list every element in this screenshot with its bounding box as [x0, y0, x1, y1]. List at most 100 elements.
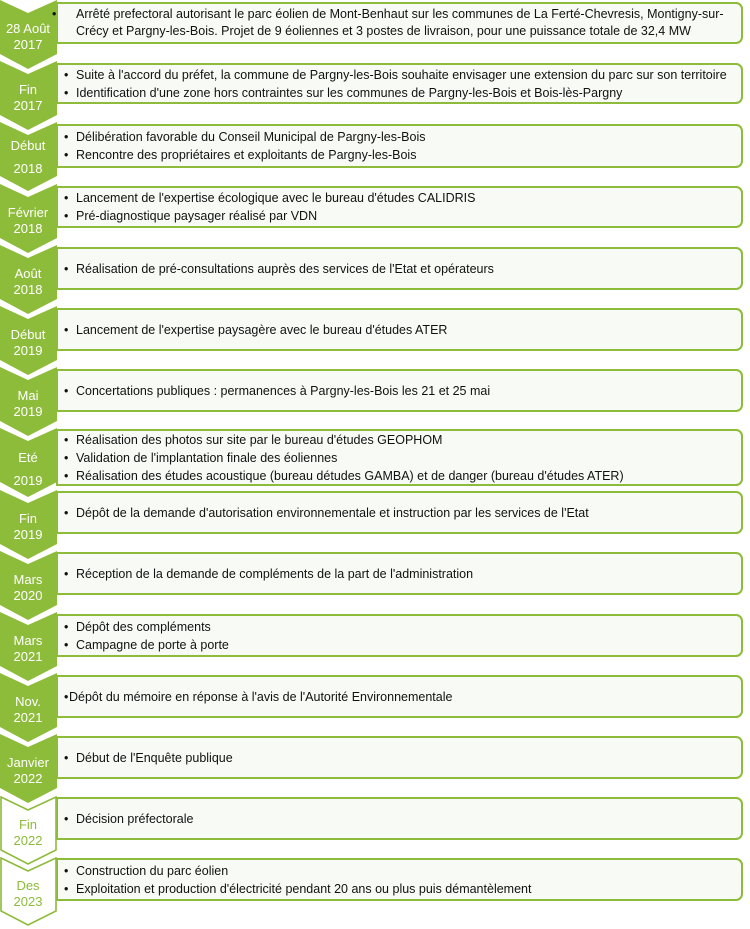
bullet-icon: •: [64, 209, 69, 223]
chevron-marker: Des 2023: [0, 857, 58, 927]
bullet-icon: •: [64, 450, 69, 465]
date-period: Début: [10, 327, 46, 342]
chevron-marker: 28 Août 2017: [0, 0, 58, 70]
date-year: 2018: [13, 161, 43, 176]
date-year: 2018: [13, 221, 43, 236]
milestone-item: • Exploitation et production d'électricit…: [64, 880, 741, 898]
milestone-item: • Suite à l'accord du préfet, la commune …: [64, 66, 741, 84]
date-year: 2022: [13, 771, 43, 786]
date-year: 2022: [13, 833, 43, 848]
milestone-text: Arrêté prefectoral autorisant le parc éo…: [76, 7, 724, 38]
date-period: 28 Août: [5, 21, 51, 36]
chevron-marker: Fin 2022: [0, 796, 58, 866]
bullet-icon: •: [64, 750, 69, 765]
milestone-text: Réalisation de pré-consultations auprès …: [76, 261, 494, 276]
milestone-item: • Réception de la demande de compléments …: [64, 565, 741, 583]
chevron-marker: Fin 2019: [0, 490, 58, 560]
date-label: Mai 2019: [0, 388, 56, 420]
date-year: 2021: [13, 649, 43, 664]
date-label: Août 2018: [0, 266, 56, 298]
date-period: Nov.: [15, 694, 41, 709]
milestone-text: Pré-diagnostique paysager réalisé par VD…: [76, 209, 318, 223]
chevron-marker: Nov. 2021: [0, 673, 58, 743]
milestone-text: Construction du parc éolien: [76, 863, 229, 878]
chevron-marker: Eté 2019: [0, 428, 58, 498]
milestone-box: • Réalisation de pré-consultations auprès…: [56, 247, 743, 290]
date-year: 2019: [13, 343, 43, 358]
milestone-item: • Concertations publiques : permanences à…: [64, 382, 741, 400]
milestone-box: • Réception de la demande de compléments …: [56, 552, 743, 595]
date-label: Janvier 2022: [0, 755, 56, 787]
milestone-item: • Lancement de l'expertise écologique ave…: [64, 189, 741, 207]
date-year: 2023: [13, 894, 43, 909]
bullet-icon: •: [64, 261, 69, 276]
milestone-text: Identification d'une zone hors contraint…: [76, 85, 623, 100]
bullet-icon: •: [64, 432, 69, 447]
milestone-box: • Suite à l'accord du préfet, la commune …: [56, 63, 743, 104]
chevron-marker: Février 2018: [0, 184, 58, 254]
bullet-icon: •: [52, 7, 57, 21]
milestone-text: Dépôt de la demande d'autorisation envir…: [76, 505, 589, 520]
milestone-box: • Arrêté prefectoral autorisant le parc é…: [52, 2, 743, 44]
milestone-item: • Réalisation des études acoustique (bure…: [64, 467, 741, 485]
milestone-item: • Arrêté prefectoral autorisant le parc é…: [52, 6, 741, 40]
bullet-icon: •: [64, 637, 69, 652]
milestone-text: Dépôt des compléments: [76, 619, 211, 634]
milestone-item: •Dépôt du mémoire en réponse à l'avis de…: [64, 688, 741, 706]
chevron-marker: Mars 2021: [0, 612, 58, 682]
date-period: Mars: [13, 633, 43, 648]
date-year: 2021: [13, 710, 43, 725]
date-label: Début 2019: [0, 327, 56, 359]
bullet-icon: •: [64, 322, 69, 337]
milestone-text: Suite à l'accord du préfet, la commune d…: [76, 67, 727, 82]
milestone-item: • Dépôt des compléments: [64, 618, 741, 636]
milestone-box: • Réalisation des photos sur site par le …: [56, 429, 743, 486]
date-label: Fin 2017: [0, 82, 56, 114]
date-year: 2019: [13, 473, 43, 488]
bullet-icon: •: [64, 148, 69, 162]
date-label: Mars 2020: [0, 572, 56, 604]
date-period: Début: [10, 138, 46, 153]
milestone-item: • Dépôt de la demande d'autorisation envi…: [64, 504, 741, 522]
milestone-box: • Lancement de l'expertise paysagère avec…: [56, 308, 743, 351]
milestone-item: • Validation de l'implantation finale des…: [64, 449, 741, 467]
milestone-text: Décision préfectorale: [76, 811, 194, 826]
milestone-item: • Construction du parc éolien: [64, 862, 741, 880]
date-label: Mars 2021: [0, 633, 56, 665]
date-year: 2017: [13, 37, 43, 52]
milestone-item: • Lancement de l'expertise paysagère avec…: [64, 321, 741, 339]
milestone-item: • Décision préfectorale: [64, 810, 741, 828]
bullet-icon: •: [64, 505, 69, 520]
bullet-icon: •: [64, 85, 69, 100]
milestone-text: Validation de l'implantation finale des …: [76, 450, 338, 465]
milestone-text: Dépôt du mémoire en réponse à l'avis de …: [69, 689, 453, 704]
milestone-item: • Délibération favorable du Conseil Munic…: [64, 128, 741, 146]
project-timeline: 28 Août 2017 • Arrêté prefectoral autorisan…: [0, 0, 750, 929]
date-period: Août: [14, 266, 42, 281]
date-period: Des: [16, 878, 40, 893]
milestone-item: • Identification d'une zone hors contrain…: [64, 84, 741, 102]
milestone-text: Campagne de porte à porte: [76, 637, 229, 652]
date-label: Eté 2019: [0, 450, 56, 489]
milestone-item: • Réalisation des photos sur site par le …: [64, 431, 741, 449]
date-period: Fin: [18, 82, 38, 97]
bullet-icon: •: [64, 67, 69, 82]
date-label: Début 2018: [0, 138, 56, 177]
chevron-marker: Début 2019: [0, 306, 58, 376]
bullet-icon: •: [64, 881, 69, 896]
bullet-icon: •: [64, 863, 69, 878]
date-label: Des 2023: [0, 878, 56, 910]
milestone-item: • Campagne de porte à porte: [64, 636, 741, 654]
bullet-icon: •: [64, 619, 69, 634]
milestone-text: Délibération favorable du Conseil Munici…: [76, 130, 426, 144]
date-label: 28 Août 2017: [0, 21, 56, 53]
milestone-item: • Rencontre des propriétaires et exploita…: [64, 146, 741, 164]
milestone-text: Réalisation des photos sur site par le b…: [76, 432, 443, 447]
date-year: 2017: [13, 98, 43, 113]
milestone-text: Rencontre des propriétaires et exploitan…: [76, 148, 417, 162]
bullet-icon: •: [64, 468, 69, 483]
milestone-text: Exploitation et production d'électricité…: [76, 881, 532, 896]
milestone-text: Concertations publiques : permanences à …: [76, 383, 491, 398]
date-period: Mai: [17, 388, 39, 403]
date-period: Janvier: [7, 755, 49, 770]
